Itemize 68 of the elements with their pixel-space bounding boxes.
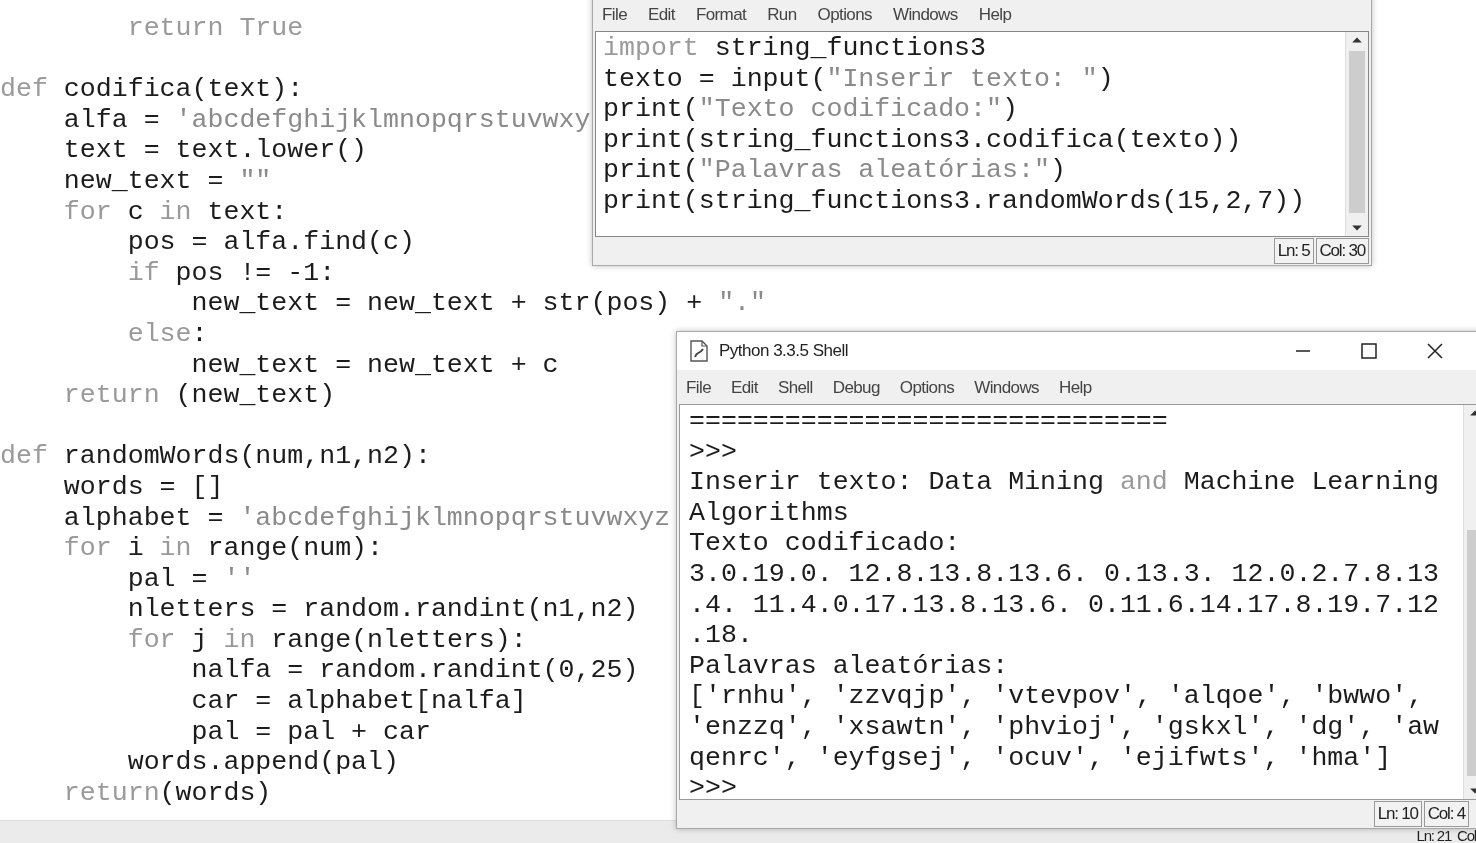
code-line: car = alphabet[nalfa] — [190, 686, 527, 717]
code-line: import string_functions3 — [603, 33, 988, 64]
code-line: Texto codificado: — [689, 528, 962, 559]
code-line: for j in range(nletters): — [126, 624, 527, 656]
code-line: alphabet = 'abcdefghijklmnopqrstuvwxyz — [62, 502, 671, 534]
code-line: .18. — [689, 620, 754, 651]
menu-item[interactable]: Windows — [892, 1, 958, 29]
code-line: print(string_functions3.randomWords(15,2,7)) — [603, 185, 1307, 217]
line-indicator: Ln: 5 — [1273, 238, 1314, 264]
code-line: return True — [126, 13, 304, 44]
code-line: else: — [126, 318, 208, 350]
menu-item[interactable]: Debug — [832, 374, 880, 402]
code-line: new_text = new_text + str(pos) + "." — [190, 288, 767, 319]
code-line: 3.0.19.0. 12.8.13.8.13.6. 0.13.3. 12.0.2.7.8.13 — [689, 558, 1441, 590]
scrollbar[interactable] — [1345, 32, 1368, 236]
document-icon — [687, 339, 711, 363]
code-line: >>> — [689, 436, 738, 468]
code-line: words.append(pal) — [126, 747, 399, 778]
close-icon[interactable] — [1425, 341, 1445, 361]
code-line: >>> — [689, 773, 738, 799]
menu-item[interactable]: Windows — [974, 374, 1039, 402]
code-line: nletters = random.randint(n1,n2) — [126, 594, 639, 625]
code-line: return (new_text) — [62, 380, 336, 411]
code-line: pos = alfa.find(c) — [126, 227, 415, 258]
code-line: ============================== — [689, 406, 1169, 437]
code-line: def codifica(text): — [0, 74, 304, 105]
menu-item[interactable]: Edit — [731, 374, 758, 402]
code-line: ['rnhu', 'zzvqjp', 'vtevpov', 'alqoe', 'bwwo', — [689, 681, 1425, 712]
menu-item[interactable]: Options — [899, 374, 955, 402]
code-line: text = text.lower() — [62, 135, 368, 166]
code-line: words = [] — [62, 471, 224, 503]
menu-item[interactable]: Shell — [777, 374, 813, 402]
menu-item[interactable]: Edit — [648, 1, 675, 29]
line-indicator: Ln: 10 — [1373, 801, 1422, 827]
maximize-icon[interactable] — [1359, 341, 1379, 361]
menu-item[interactable]: Help — [978, 1, 1012, 29]
menu-item[interactable]: Run — [767, 1, 797, 29]
code-line: print(string_functions3.codifica(texto)) — [603, 124, 1243, 156]
code-line: print("Palavras aleatórias:") — [603, 155, 1067, 186]
code-line: .4. 11.4.0.17.13.8.13.6. 0.11.6.14.17.8.19.7.12 — [689, 589, 1441, 621]
code-line: pal = pal + car — [190, 716, 431, 748]
code-line: Inserir texto: Data Mining and Machine Learning — [689, 467, 1441, 498]
menu-item[interactable]: Format — [695, 1, 747, 29]
code-line: print("Texto codificado:") — [603, 94, 1019, 125]
code-line: 'enzzq', 'xsawtn', 'phvioj', 'gskxl', 'dg', 'aw — [689, 711, 1441, 743]
window-title: Python 3.3.5 Shell — [719, 341, 848, 361]
code-line: new_text = new_text + c — [190, 349, 559, 381]
code-line: alfa = 'abcdefghijklmnopqrstuvwxy — [62, 104, 591, 136]
code-line: pal = '' — [126, 563, 256, 595]
code-line: for c in text: — [62, 196, 288, 228]
line-indicator: Ln: 21 — [1416, 828, 1452, 843]
code-line: new_text = "" — [62, 165, 272, 197]
code-line: Algorithms — [689, 497, 850, 529]
code-line: for i in range(num): — [62, 533, 384, 564]
code-line: qenrc', 'eyfgsej', 'ocuv', 'ejifwts', 'hma'] — [689, 742, 1393, 774]
code-line: return(words) — [62, 777, 272, 809]
column-indicator: Col: 30 — [1315, 238, 1369, 264]
code-line: Palavras aleatórias: — [689, 650, 1010, 682]
menu-item[interactable]: Help — [1059, 374, 1092, 402]
menu-item[interactable]: File — [602, 1, 627, 29]
menu-item[interactable]: File — [686, 374, 711, 402]
code-line: nalfa = random.randint(0,25) — [190, 655, 639, 687]
column-indicator: Col — [1457, 828, 1476, 843]
column-indicator: Col: 4 — [1423, 801, 1469, 827]
code-line: if pos != -1: — [126, 257, 336, 289]
code-line: texto = input("Inserir texto: ") — [603, 63, 1115, 95]
menu-item[interactable]: Options — [817, 1, 872, 29]
code-line: def randomWords(num,n1,n2): — [0, 441, 431, 472]
